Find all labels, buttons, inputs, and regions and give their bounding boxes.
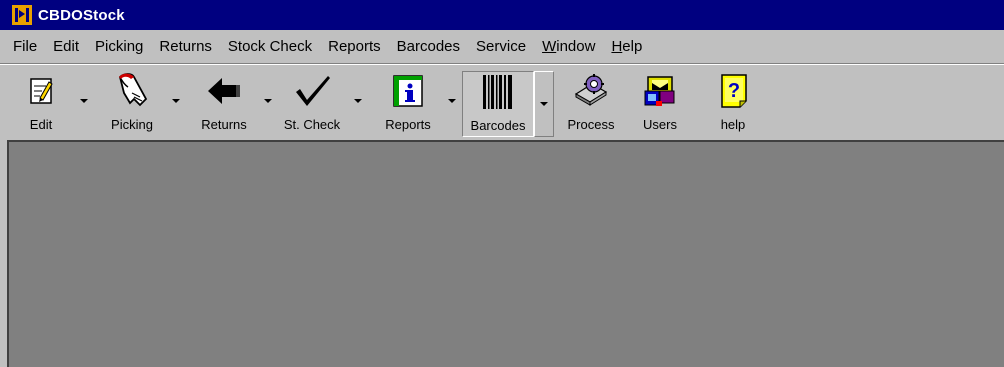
help-label: help: [720, 117, 746, 132]
edit-icon: [30, 78, 53, 104]
left-arrow-icon: [208, 78, 240, 104]
reports-button[interactable]: Reports: [378, 71, 438, 137]
menu-picking[interactable]: Picking: [87, 30, 151, 64]
chevron-down-icon: [540, 102, 548, 106]
mdi-workspace[interactable]: [7, 140, 1004, 367]
gear-disk-icon: [574, 74, 608, 106]
chevron-down-icon: [172, 99, 180, 103]
app-icon[interactable]: [12, 5, 32, 25]
users-icon: [644, 76, 675, 106]
barcodes-label: Barcodes: [470, 118, 526, 133]
picking-button[interactable]: Picking: [104, 71, 160, 137]
users-label: Users: [643, 117, 677, 132]
hand-icon: [119, 73, 148, 107]
menu-help[interactable]: Help: [603, 30, 650, 64]
barcodes-dropdown-arrow[interactable]: [534, 71, 554, 137]
reports-label: Reports: [385, 117, 431, 132]
help-icon: ?: [721, 74, 747, 108]
menu-bar: File Edit Picking Returns Stock Check Re…: [0, 30, 1004, 64]
returns-dropdown-arrow[interactable]: [262, 95, 274, 107]
process-label: Process: [567, 117, 615, 132]
process-button[interactable]: Process: [560, 71, 622, 137]
menu-file[interactable]: File: [0, 30, 45, 64]
window-frame-edge: [0, 140, 7, 367]
barcodes-button[interactable]: Barcodes: [462, 71, 534, 137]
svg-text:?: ?: [728, 80, 740, 102]
picking-dropdown-arrow[interactable]: [170, 95, 182, 107]
st-check-button[interactable]: St. Check: [280, 71, 344, 137]
chevron-down-icon: [80, 99, 88, 103]
users-button[interactable]: Users: [632, 71, 688, 137]
chevron-down-icon: [354, 99, 362, 103]
chevron-down-icon: [264, 99, 272, 103]
menu-window[interactable]: Window: [534, 30, 603, 64]
menu-barcodes[interactable]: Barcodes: [389, 30, 468, 64]
returns-label: Returns: [201, 117, 247, 132]
help-button[interactable]: ? help: [708, 71, 758, 137]
toolbar: Edit Picking Returns St. Check Reports B…: [0, 64, 1004, 140]
picking-label: Picking: [111, 117, 153, 132]
menu-stock-check[interactable]: Stock Check: [220, 30, 320, 64]
menu-edit[interactable]: Edit: [45, 30, 87, 64]
edit-label: Edit: [29, 117, 53, 132]
returns-button[interactable]: Returns: [194, 71, 254, 137]
window-title: CBDOStock: [38, 6, 125, 24]
barcode-icon: [483, 75, 512, 109]
chevron-down-icon: [448, 99, 456, 103]
edit-button[interactable]: Edit: [18, 71, 64, 137]
menu-service[interactable]: Service: [468, 30, 534, 64]
edit-dropdown-arrow[interactable]: [78, 95, 90, 107]
st-check-label: St. Check: [283, 117, 341, 132]
reports-dropdown-arrow[interactable]: [446, 95, 458, 107]
checkmark-icon: [296, 76, 330, 106]
info-book-icon: [393, 75, 423, 107]
title-bar: CBDOStock: [0, 0, 1004, 30]
st-check-dropdown-arrow[interactable]: [352, 95, 364, 107]
menu-reports[interactable]: Reports: [320, 30, 389, 64]
menu-returns[interactable]: Returns: [151, 30, 220, 64]
